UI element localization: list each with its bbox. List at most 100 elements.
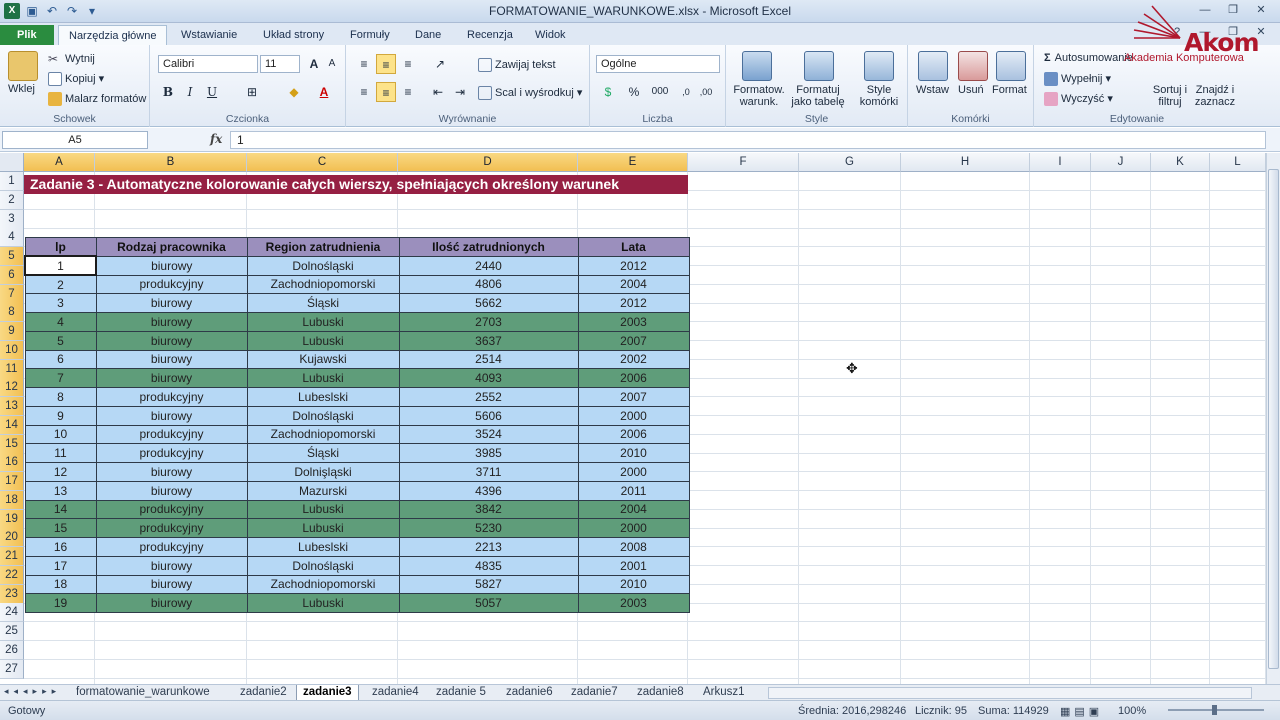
table-cell[interactable]: 16 — [24, 537, 97, 557]
table-cell[interactable]: 4835 — [398, 555, 579, 576]
table-cell[interactable]: Dolnośląski — [246, 405, 400, 426]
table-cell[interactable]: biurowy — [95, 593, 248, 613]
autosum-button[interactable]: Σ Autosumowanie — [1044, 52, 1133, 64]
row-header[interactable]: 1 — [0, 172, 24, 191]
table-cell[interactable]: 2003 — [577, 312, 690, 332]
table-cell[interactable]: 3 — [24, 293, 97, 313]
row-header[interactable]: 24 — [0, 603, 24, 623]
table-cell[interactable]: biurowy — [95, 349, 248, 370]
table-cell[interactable]: biurowy — [95, 255, 248, 276]
table-cell[interactable]: Kujawski — [246, 349, 400, 370]
format-button[interactable]: Format — [992, 84, 1027, 96]
sheet-title-cell[interactable]: Zadanie 3 - Automatyczne kolorowanie cał… — [24, 175, 688, 194]
sheet-tab[interactable]: Arkusz1 — [697, 685, 751, 700]
table-cell[interactable]: Dolnośląski — [246, 255, 400, 276]
table-cell[interactable]: 5 — [24, 330, 97, 351]
vertical-scroll-thumb[interactable] — [1268, 169, 1279, 669]
row-header[interactable]: 15 — [0, 434, 24, 454]
table-cell[interactable]: 2 — [24, 274, 97, 295]
percent-button[interactable]: % — [624, 82, 644, 102]
row-header[interactable]: 10 — [0, 340, 24, 360]
table-cell[interactable]: Zachodniopomorski — [246, 274, 400, 295]
table-cell[interactable]: 5057 — [398, 593, 579, 613]
tab-page-layout[interactable]: Układ strony — [253, 25, 334, 45]
conditional-format-icon[interactable] — [742, 51, 772, 81]
column-header[interactable]: C — [247, 153, 398, 172]
row-header[interactable]: 5 — [0, 247, 24, 266]
table-cell[interactable]: 2002 — [577, 349, 690, 370]
table-cell[interactable]: 13 — [24, 480, 97, 501]
row-header[interactable]: 14 — [0, 415, 24, 435]
row-header[interactable]: 6 — [0, 265, 24, 285]
table-cell[interactable]: 2011 — [577, 480, 690, 501]
row-header[interactable]: 16 — [0, 453, 24, 473]
table-cell[interactable]: 15 — [24, 518, 97, 538]
table-cell[interactable]: 2012 — [577, 293, 690, 313]
row-header[interactable]: 19 — [0, 509, 24, 529]
table-cell[interactable]: 2001 — [577, 555, 690, 576]
table-cell[interactable]: biurowy — [95, 574, 248, 595]
table-cell[interactable]: 2007 — [577, 387, 690, 407]
zoom-slider-knob[interactable] — [1212, 705, 1217, 715]
table-cell[interactable]: 2012 — [577, 255, 690, 276]
tab-view[interactable]: Widok — [525, 25, 576, 45]
table-cell[interactable]: biurowy — [95, 462, 248, 482]
sheet-tab[interactable]: zadanie6 — [500, 685, 559, 700]
name-box[interactable]: A5 — [2, 131, 148, 149]
increase-decimal-icon[interactable]: ,0 — [676, 82, 696, 102]
row-header[interactable]: 7 — [0, 284, 24, 304]
table-cell[interactable]: Dolnişląski — [246, 462, 400, 482]
row-header[interactable]: 25 — [0, 622, 24, 641]
sheet-tab[interactable]: zadanie7 — [565, 685, 624, 700]
table-cell[interactable]: 4093 — [398, 368, 579, 388]
table-cell[interactable]: Lubuski — [246, 330, 400, 351]
formula-input[interactable]: 1 — [230, 131, 1266, 149]
row-header[interactable]: 23 — [0, 584, 24, 604]
maximize-icon[interactable]: ❐ — [1220, 2, 1246, 19]
table-cell[interactable]: 12 — [24, 462, 97, 482]
header-region[interactable]: Region zatrudnienia — [246, 237, 400, 257]
table-cell[interactable]: Lubuski — [246, 499, 400, 520]
format-as-table-icon[interactable] — [804, 51, 834, 81]
currency-icon[interactable]: $ — [598, 82, 618, 102]
row-header[interactable]: 22 — [0, 565, 24, 585]
format-as-table-button[interactable]: Formatuj jako tabelę — [786, 84, 850, 108]
column-header[interactable]: K — [1151, 153, 1210, 172]
table-cell[interactable]: 17 — [24, 555, 97, 576]
table-cell[interactable]: Dolnośląski — [246, 555, 400, 576]
row-header[interactable]: 13 — [0, 397, 24, 416]
table-cell[interactable]: produkcyjny — [95, 424, 248, 445]
table-cell[interactable]: 2003 — [577, 593, 690, 613]
sheet-tab[interactable]: zadanie2 — [234, 685, 293, 700]
table-cell[interactable]: 2000 — [577, 462, 690, 482]
cell-styles-button[interactable]: Style komórki — [852, 84, 906, 108]
row-header[interactable]: 11 — [0, 359, 24, 379]
table-cell[interactable]: 3985 — [398, 443, 579, 463]
align-middle-icon[interactable]: ≡ — [376, 54, 396, 74]
align-left-icon[interactable]: ≡ — [354, 82, 374, 102]
tab-file[interactable]: Plik — [0, 25, 54, 45]
table-cell[interactable]: Lubuski — [246, 312, 400, 332]
table-cell[interactable]: 7 — [24, 368, 97, 388]
table-cell[interactable]: biurowy — [95, 330, 248, 351]
paste-button[interactable]: Wklej — [8, 83, 35, 95]
table-cell[interactable]: 14 — [24, 499, 97, 520]
shrink-font-icon[interactable]: A — [322, 54, 342, 74]
decrease-indent-icon[interactable]: ⇤ — [428, 82, 448, 102]
table-cell[interactable]: 9 — [24, 405, 97, 426]
table-cell[interactable]: Lubuski — [246, 368, 400, 388]
row-header[interactable]: 3 — [0, 209, 24, 229]
table-cell[interactable]: 18 — [24, 574, 97, 595]
row-header[interactable]: 4 — [0, 228, 24, 248]
table-cell[interactable]: Zachodniopomorski — [246, 574, 400, 595]
horizontal-scrollbar[interactable] — [768, 687, 1252, 699]
table-cell[interactable]: 2703 — [398, 312, 579, 332]
zoom-level[interactable]: 100% — [1118, 705, 1146, 717]
row-header[interactable]: 26 — [0, 640, 24, 660]
table-cell[interactable]: produkcyjny — [95, 443, 248, 463]
table-cell[interactable]: Śląski — [246, 293, 400, 313]
column-header[interactable]: H — [901, 153, 1030, 172]
table-cell[interactable]: 4 — [24, 312, 97, 332]
format-cells-icon[interactable] — [996, 51, 1026, 81]
table-cell[interactable]: 2007 — [577, 330, 690, 351]
